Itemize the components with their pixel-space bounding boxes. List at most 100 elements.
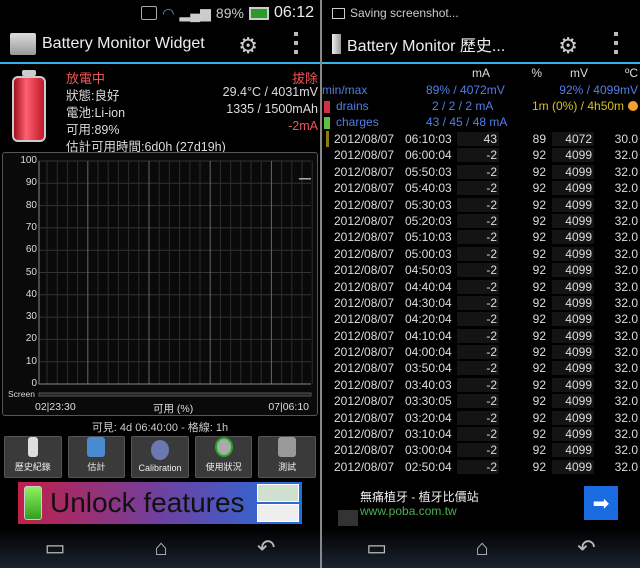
test-button[interactable]: 測試 [258,436,316,478]
divider [322,62,640,64]
table-row[interactable]: 2012/08/07 03:30:05 -2 92 4099 32.0 [322,393,640,409]
status-bar: Saving screenshot... [322,0,640,26]
table-row[interactable]: 2012/08/07 03:20:04 -2 92 4099 32.0 [322,410,640,426]
cell-date: 2012/08/07 [334,328,395,343]
cell-mv: 4099 [552,312,594,327]
cell-time: 05:50:03 [405,164,452,179]
table-row[interactable]: 2012/08/07 03:50:04 -2 92 4099 32.0 [322,360,640,376]
cell-ma: -2 [457,263,499,278]
header-celsius: ºC [624,66,638,80]
cell-mv: 4099 [552,164,594,179]
minmax-label: min/max [322,83,368,97]
battery-icon [24,486,42,520]
cell-ma: 43 [457,132,499,146]
cell-time: 05:10:03 [405,230,452,245]
cell-ma: -2 [457,295,499,310]
cell-date: 2012/08/07 [334,230,395,245]
cell-mv: 4099 [552,295,594,310]
back-icon[interactable]: ↶ [257,535,275,561]
cell-c: 32.0 [614,263,638,278]
screen-label: Screen [8,389,35,399]
table-row[interactable]: 2012/08/07 04:20:04 -2 92 4099 32.0 [322,311,640,327]
arrow-right-icon[interactable]: ➡ [584,486,618,520]
app-title: Battery Monitor Widget [42,35,205,52]
recent-apps-icon[interactable]: ▭ [366,535,387,561]
table-row[interactable]: 2012/08/07 04:10:04 -2 92 4099 32.0 [322,328,640,344]
cell-pct: 92 [532,279,546,294]
cell-ma: -2 [457,148,499,163]
table-row[interactable]: 2012/08/07 05:10:03 -2 92 4099 32.0 [322,229,640,245]
table-row[interactable]: 2012/08/07 04:30:04 -2 92 4099 32.0 [322,295,640,311]
cell-pct: 92 [532,263,546,278]
table-row[interactable]: 2012/08/07 05:30:03 -2 92 4099 32.0 [322,197,640,213]
cell-c: 30.0 [614,132,638,146]
cell-c: 32.0 [614,345,638,360]
home-icon[interactable]: ⌂ [155,535,168,561]
home-icon[interactable]: ⌂ [476,535,489,561]
table-row[interactable]: 2012/08/07 03:40:03 -2 92 4099 32.0 [322,377,640,393]
estimate-button[interactable]: 估計 [67,436,126,478]
battery-percent: 89% [215,5,244,21]
table-row[interactable]: 2012/08/07 04:00:04 -2 92 4099 32.0 [322,344,640,360]
cell-pct: 92 [532,295,546,310]
cell-pct: 92 [532,164,546,179]
cell-mv: 4099 [552,459,594,474]
back-icon[interactable]: ↶ [577,535,595,561]
settings-gear-icon[interactable]: ⚙ [558,33,578,59]
ad-banner[interactable]: 無痛植牙 - 植牙比價站 www.poba.com.tw ➡ [322,482,640,526]
cell-date: 2012/08/07 [334,181,395,196]
cell-pct: 92 [532,312,546,327]
unlock-features-banner[interactable]: Unlock features [18,482,302,524]
battery-level-icon [12,70,46,142]
cell-date: 2012/08/07 [334,427,395,442]
cell-mv: 4099 [552,328,594,343]
calibration-button[interactable]: Calibration [131,436,189,478]
preview-thumbnails [257,484,299,524]
cell-ma: -2 [457,394,499,409]
history-screen: Saving screenshot... Battery Monitor 歷史.… [322,0,640,568]
cell-c: 32.0 [614,459,638,474]
table-row[interactable]: 2012/08/07 06:00:04 -2 92 4099 32.0 [322,147,640,163]
cell-c: 32.0 [614,427,638,442]
cell-mv: 4099 [552,230,594,245]
cell-time: 02:50:04 [405,459,452,474]
table-row[interactable]: 2012/08/07 04:40:04 -2 92 4099 32.0 [322,279,640,295]
drain-battery-icon [324,101,330,113]
overflow-menu-icon[interactable] [294,32,298,54]
history-button[interactable]: 歷史紀錄 [4,436,62,478]
history-table[interactable]: 2012/08/07 06:10:03 43 89 4072 30.0 2012/08/07… [322,131,640,475]
table-row[interactable]: 2012/08/07 03:00:04 -2 92 4099 32.0 [322,442,640,458]
table-row[interactable]: 2012/08/07 05:20:03 -2 92 4099 32.0 [322,213,640,229]
cell-c: 32.0 [614,361,638,376]
cell-date: 2012/08/07 [334,279,395,294]
cell-ma: -2 [457,213,499,228]
charges-label: charges [336,115,379,129]
screen-title: Battery Monitor 歷史... [347,38,506,55]
history-chart[interactable]: 0 10 20 30 40 50 60 70 80 90 100 Screen 02|23:30 可… [2,152,318,416]
usage-button[interactable]: 使用狀況 [194,436,253,478]
table-row[interactable]: 2012/08/07 02:50:04 -2 92 4099 32.0 [322,459,640,475]
cell-mv: 4099 [552,279,594,294]
overflow-menu-icon[interactable] [614,32,618,54]
cell-pct: 92 [532,148,546,163]
table-row[interactable]: 2012/08/07 05:50:03 -2 92 4099 32.0 [322,164,640,180]
ad-play-icon [338,510,358,526]
x-end-label: 07|06:10 [268,401,309,413]
recent-apps-icon[interactable]: ▭ [45,535,66,561]
cell-mv: 4099 [552,377,594,392]
cell-ma: -2 [457,230,499,245]
app-icon [10,33,36,55]
table-row[interactable]: 2012/08/07 03:10:04 -2 92 4099 32.0 [322,426,640,442]
table-row[interactable]: 2012/08/07 06:10:03 43 89 4072 30.0 [322,131,640,147]
settings-gear-icon[interactable]: ⚙ [238,33,258,59]
cell-c: 32.0 [614,410,638,425]
wifi-icon: ◠ [162,4,175,21]
cell-time: 04:40:04 [405,279,452,294]
battery-icon [248,6,269,20]
table-row[interactable]: 2012/08/07 05:40:03 -2 92 4099 32.0 [322,180,640,196]
cell-date: 2012/08/07 [334,459,395,474]
table-row[interactable]: 2012/08/07 05:00:03 -2 92 4099 32.0 [322,246,640,262]
table-row[interactable]: 2012/08/07 04:50:03 -2 92 4099 32.0 [322,262,640,278]
cell-pct: 92 [532,345,546,360]
drains-value: 2 / 2 / 2 mA [432,99,494,113]
